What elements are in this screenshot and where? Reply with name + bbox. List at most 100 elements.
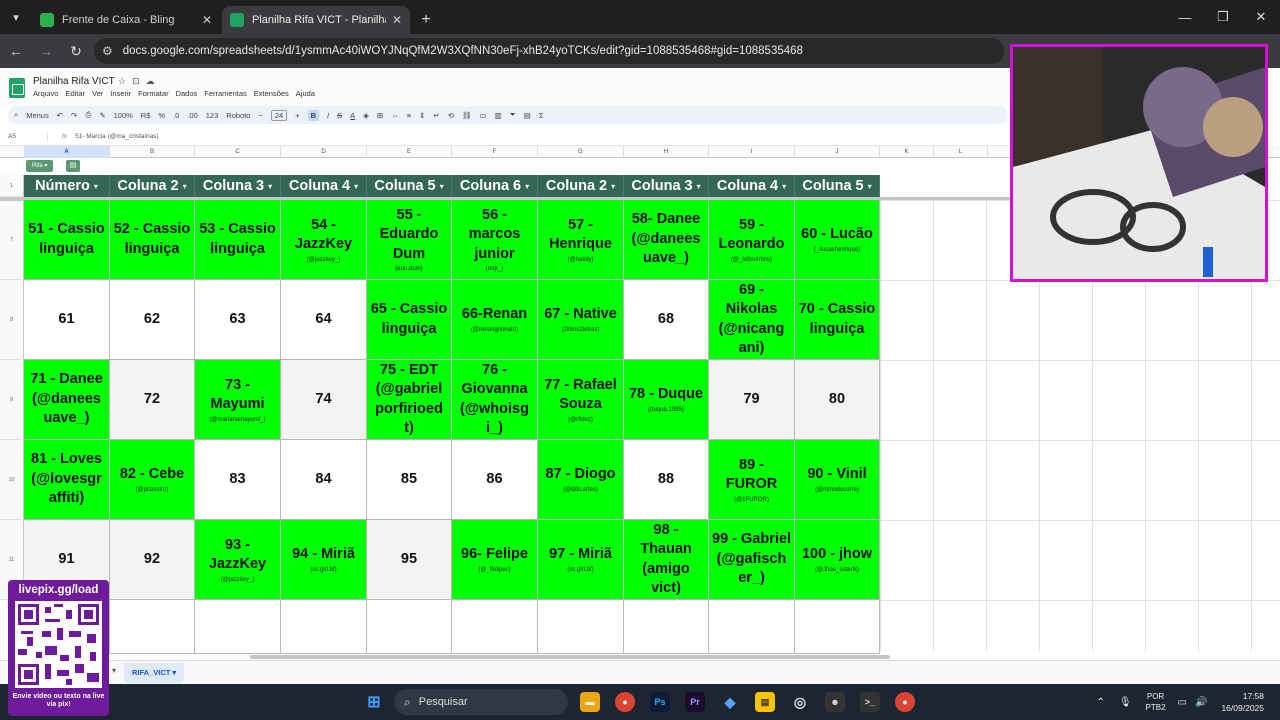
raffle-cell[interactable]: 71 - Danee (@danees uave_) bbox=[24, 360, 110, 440]
horizontal-scrollbar[interactable] bbox=[250, 655, 890, 659]
functions-icon[interactable]: Σ bbox=[539, 111, 544, 120]
raffle-cell[interactable]: 84 bbox=[281, 440, 367, 520]
menu-search-icon[interactable]: ⌕ bbox=[14, 110, 18, 120]
header-cell[interactable]: Coluna 2 ▾ bbox=[538, 175, 624, 197]
network-icon[interactable]: ▭ bbox=[1178, 697, 1187, 708]
raffle-cell[interactable]: 66-Renan (@renangnonato) bbox=[452, 280, 538, 360]
tab-search-icon[interactable]: ▾ bbox=[0, 0, 32, 34]
header-cell[interactable]: Coluna 5 ▾ bbox=[795, 175, 880, 197]
back-icon[interactable]: ← bbox=[2, 37, 30, 65]
menu-ferramentas[interactable]: Ferramentas bbox=[204, 89, 247, 98]
chart-icon[interactable]: ▥ bbox=[495, 111, 502, 120]
show-hidden-icon[interactable]: ⌃ bbox=[1096, 697, 1104, 708]
raffle-cell[interactable]: 73 - Mayumi (@marianamayumi_) bbox=[195, 360, 281, 440]
raffle-cell[interactable]: 75 - EDT (@gabriel porfirioed t) bbox=[367, 360, 452, 440]
raffle-cell[interactable]: 92 bbox=[110, 520, 195, 600]
browser-tab-bling[interactable]: Frente de Caixa - Bling ✕ bbox=[32, 6, 220, 34]
reload-icon[interactable]: ↻ bbox=[62, 37, 90, 65]
number-format-button[interactable]: 123 bbox=[206, 111, 219, 120]
discord-icon[interactable]: ☻ bbox=[825, 692, 845, 712]
column-header-k[interactable]: K bbox=[880, 146, 934, 158]
raffle-cell[interactable]: 90 - Vinil (@ritmodocorre) bbox=[795, 440, 880, 520]
microphone-icon[interactable]: 🎙 bbox=[1119, 697, 1132, 708]
column-header-i[interactable]: I bbox=[709, 146, 795, 158]
formula-input[interactable]: 51- Marcia (@ma_cristainas) bbox=[75, 133, 159, 140]
raffle-cell[interactable]: 79 bbox=[709, 360, 795, 440]
browser-tab-sheets[interactable]: Planilha Rifa VICT - Planilhas Go ✕ bbox=[222, 6, 410, 34]
raffle-cell[interactable]: 63 bbox=[195, 280, 281, 360]
text-color-icon[interactable]: A bbox=[350, 111, 355, 120]
clock[interactable]: 17:58 16/09/2025 bbox=[1221, 690, 1264, 714]
redo-icon[interactable]: ↷ bbox=[71, 111, 77, 120]
raffle-cell[interactable]: 57 - Henrique (@hakity) bbox=[538, 200, 624, 280]
empty-cell[interactable] bbox=[367, 600, 452, 654]
raffle-cell[interactable]: 56 - marcos junior (mrjr_) bbox=[452, 200, 538, 280]
font-select[interactable]: Roboto bbox=[226, 111, 250, 120]
percent-button[interactable]: % bbox=[158, 111, 165, 120]
borders-icon[interactable]: ⊞ bbox=[377, 111, 383, 120]
menu-editar[interactable]: Editar bbox=[65, 89, 85, 98]
sheet-tab-rifa-vict[interactable]: RIFA_VICT ▾ bbox=[124, 663, 185, 683]
column-header-e[interactable]: E bbox=[367, 146, 452, 158]
menu-arquivo[interactable]: Arquivo bbox=[33, 89, 58, 98]
font-size-increase-icon[interactable]: + bbox=[295, 111, 299, 120]
address-bar[interactable]: ⚙ docs.google.com/spreadsheets/d/1ysmmAc… bbox=[94, 38, 1004, 64]
terminal-icon[interactable]: >_ bbox=[860, 692, 880, 712]
filter-dropdown-icon[interactable]: ▾ bbox=[440, 182, 444, 191]
header-cell[interactable]: Número ▾ bbox=[24, 175, 110, 197]
menu-formatar[interactable]: Formatar bbox=[138, 89, 168, 98]
raffle-cell[interactable]: 82 - Cebe (@pcasstro) bbox=[110, 440, 195, 520]
raffle-cell[interactable]: 69 - Nikolas (@nicang ani) bbox=[709, 280, 795, 360]
raffle-cell[interactable]: 80 bbox=[795, 360, 880, 440]
cloud-icon[interactable]: ☁ bbox=[146, 76, 161, 86]
header-cell[interactable]: Coluna 4 ▾ bbox=[709, 175, 795, 197]
empty-cell[interactable] bbox=[281, 600, 367, 654]
language-indicator[interactable]: POR PTB2 bbox=[1146, 691, 1166, 713]
premiere-icon[interactable]: Pr bbox=[685, 692, 705, 712]
raffle-cell[interactable]: 62 bbox=[110, 280, 195, 360]
bold-icon[interactable]: B bbox=[307, 109, 320, 121]
align-icon[interactable]: ≡ bbox=[407, 111, 411, 120]
filter-dropdown-icon[interactable]: ▾ bbox=[782, 182, 786, 191]
fill-color-icon[interactable]: ◈ bbox=[363, 111, 369, 120]
raffle-cell[interactable]: 93 - JazzKey (@jazzkey_) bbox=[195, 520, 281, 600]
raffle-cell[interactable]: 89 - FUROR (@1FUROR) bbox=[709, 440, 795, 520]
raffle-cell[interactable]: 99 - Gabriel (@gafisch er_) bbox=[709, 520, 795, 600]
italic-icon[interactable]: I bbox=[327, 111, 329, 120]
header-cell[interactable]: Coluna 3 ▾ bbox=[624, 175, 709, 197]
name-box[interactable]: A5 bbox=[0, 133, 48, 140]
menu-search-label[interactable]: Menus bbox=[26, 111, 49, 120]
sheet-list-icon[interactable]: ▾ bbox=[112, 666, 116, 675]
app-icon[interactable]: ◆ bbox=[720, 692, 740, 712]
raffle-cell[interactable]: 76 - Giovanna (@whoisg i_) bbox=[452, 360, 538, 440]
raffle-cell[interactable]: 100 - jhow (@Jhoe_asterik) bbox=[795, 520, 880, 600]
filter-dropdown-icon[interactable]: ▾ bbox=[183, 182, 187, 191]
column-header-d[interactable]: D bbox=[281, 146, 367, 158]
header-cell[interactable]: Coluna 2 ▾ bbox=[110, 175, 195, 197]
column-header-b[interactable]: B bbox=[110, 146, 195, 158]
column-header-f[interactable]: F bbox=[452, 146, 538, 158]
comment-icon[interactable]: ▭ bbox=[480, 111, 487, 120]
strikethrough-icon[interactable]: S bbox=[337, 111, 342, 120]
empty-cell[interactable] bbox=[538, 600, 624, 654]
empty-cell[interactable] bbox=[709, 600, 795, 654]
raffle-cell[interactable]: 65 - Cassio linguiça bbox=[367, 280, 452, 360]
raffle-cell[interactable]: 52 - Cassio linguiça bbox=[110, 200, 195, 280]
decimal-icon[interactable]: .0 bbox=[173, 111, 179, 120]
filter-dropdown-icon[interactable]: ▾ bbox=[868, 182, 872, 191]
raffle-cell[interactable]: 96- Felipe (@_ffelipec) bbox=[452, 520, 538, 600]
menu-ver[interactable]: Ver bbox=[92, 89, 103, 98]
sticky-notes-icon[interactable]: ▤ bbox=[755, 692, 775, 712]
paint-format-icon[interactable]: ✎ bbox=[99, 111, 105, 120]
table-name-chip[interactable]: Rifa ▾ bbox=[26, 160, 54, 172]
link-icon[interactable]: ⛓ bbox=[462, 111, 472, 120]
raffle-cell[interactable]: 64 bbox=[281, 280, 367, 360]
raffle-cell[interactable]: 86 bbox=[452, 440, 538, 520]
raffle-cell[interactable]: 70 - Cassio linguiça bbox=[795, 280, 880, 360]
row-number[interactable]: 1 bbox=[0, 175, 24, 197]
currency-button[interactable]: R$ bbox=[141, 111, 151, 120]
merge-icon[interactable]: ⇔ bbox=[391, 111, 399, 120]
table-menu-icon[interactable]: ▤ bbox=[66, 160, 80, 172]
column-header-c[interactable]: C bbox=[195, 146, 281, 158]
sheets-logo-icon[interactable] bbox=[9, 78, 25, 98]
